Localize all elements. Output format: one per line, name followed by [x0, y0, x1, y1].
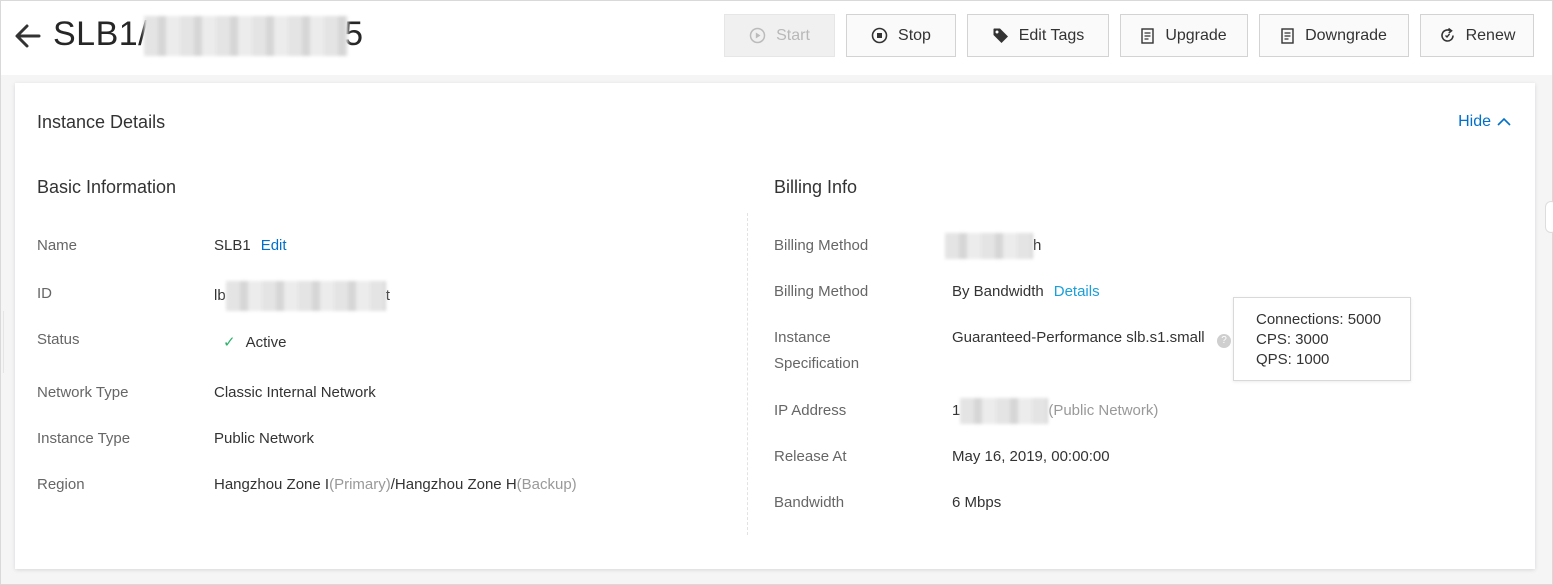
ip-prefix: 1: [952, 402, 961, 419]
release-at-value: May 16, 2019, 00:00:00: [952, 448, 1110, 465]
title-prefix: SLB1/: [53, 15, 149, 53]
region-value: Hangzhou Zone I(Primary)/Hangzhou Zone H…: [214, 472, 577, 498]
tag-icon: [993, 28, 1008, 43]
name-value: SLB1 Edit: [214, 233, 287, 259]
renew-label: Renew: [1465, 26, 1516, 44]
stop-label: Stop: [898, 26, 931, 44]
downgrade-button[interactable]: Downgrade: [1259, 14, 1409, 57]
tooltip-cps: CPS: 3000: [1256, 331, 1329, 348]
instance-spec-value: Guaranteed-Performance slb.s1.small: [952, 329, 1205, 346]
billing-method-value: h: [945, 233, 1042, 260]
billing-method-label: Billing Method: [774, 237, 869, 254]
redacted-ip: [960, 398, 1049, 425]
network-type-label: Network Type: [37, 384, 129, 401]
help-icon[interactable]: ?: [1217, 334, 1231, 348]
status-text: Active: [245, 334, 287, 351]
hide-label: Hide: [1458, 113, 1491, 130]
id-prefix: lb: [214, 286, 226, 304]
instance-type-value: Public Network: [214, 430, 315, 447]
tooltip-connections: Connections: 5000: [1256, 311, 1382, 328]
document-edit-icon: [1141, 27, 1155, 44]
downgrade-label: Downgrade: [1305, 26, 1387, 44]
upgrade-label: Upgrade: [1165, 26, 1227, 44]
region-label: Region: [37, 476, 85, 493]
instance-name: SLB1: [214, 237, 251, 254]
redacted-billing-method: [945, 233, 1033, 260]
region-backup: Hangzhou Zone H: [394, 476, 517, 493]
release-at-label: Release At: [774, 448, 847, 465]
left-edge-handle: [1, 311, 4, 373]
action-toolbar: Start Stop Edit Tags Upgrade Downgrade R…: [724, 14, 1534, 57]
check-icon: ✓: [223, 334, 236, 351]
spec-tooltip: Connections: 5000 CPS: 3000 QPS: 1000: [1233, 297, 1411, 381]
upgrade-button[interactable]: Upgrade: [1120, 14, 1248, 57]
region-primary-tag: (Primary): [329, 476, 391, 493]
back-arrow-icon[interactable]: [13, 21, 43, 51]
billing-method-value-2: By Bandwidth Details: [952, 279, 1100, 305]
stop-circle-icon: [871, 27, 888, 44]
edit-tags-button[interactable]: Edit Tags: [967, 14, 1109, 57]
instance-spec-label-line2: Specification: [774, 355, 860, 372]
renew-button[interactable]: Renew: [1420, 14, 1534, 57]
bandwidth-value: 6 Mbps: [952, 494, 1002, 511]
play-circle-icon: [749, 27, 766, 44]
id-suffix: t: [385, 286, 390, 304]
region-backup-tag: (Backup): [516, 476, 577, 493]
right-edge-handle[interactable]: [1545, 201, 1553, 233]
instance-spec-label-line1: Instance: [774, 329, 831, 346]
by-bandwidth-text: By Bandwidth: [952, 283, 1044, 300]
edit-tags-label: Edit Tags: [1018, 26, 1085, 44]
start-button[interactable]: Start: [724, 14, 835, 57]
billing-details-link[interactable]: Details: [1054, 283, 1100, 300]
ip-address-value: 1 (Public Network): [952, 398, 1159, 425]
page-title: SLB1/5: [53, 15, 364, 57]
name-label: Name: [37, 237, 78, 254]
status-value: ✓ Active: [223, 330, 286, 356]
basic-info-title: Basic Information: [37, 177, 177, 197]
document-edit-icon: [1281, 27, 1294, 44]
page-header: SLB1/5 Start Stop Edit Tags Upgrade Down…: [1, 1, 1552, 75]
redacted-title: [144, 16, 349, 57]
region-primary: Hangzhou Zone I: [214, 476, 330, 493]
stop-button[interactable]: Stop: [846, 14, 956, 57]
billing-method-label-2: Billing Method: [774, 283, 869, 300]
bandwidth-label: Bandwidth: [774, 494, 845, 511]
instance-type-label: Instance Type: [37, 430, 131, 447]
billing-method-suffix: h: [1033, 237, 1042, 254]
start-label: Start: [776, 26, 810, 44]
id-label: ID: [37, 285, 52, 302]
ip-network-tag: (Public Network): [1048, 402, 1159, 419]
card-title: Instance Details: [37, 112, 166, 132]
network-type-value: Classic Internal Network: [214, 384, 376, 401]
column-divider: [747, 213, 748, 535]
edit-name-link[interactable]: Edit: [261, 237, 287, 254]
status-label: Status: [37, 331, 80, 348]
id-value: lb t: [214, 281, 390, 311]
tooltip-qps: QPS: 1000: [1256, 351, 1330, 368]
instance-spec-label: Instance Specification: [774, 325, 859, 377]
hide-toggle[interactable]: Hide: [1458, 113, 1511, 131]
redacted-id: [225, 281, 386, 311]
ip-address-label: IP Address: [774, 402, 847, 419]
chevron-up-icon: [1497, 117, 1511, 126]
renew-icon: [1440, 27, 1454, 42]
billing-info-title: Billing Info: [774, 177, 858, 197]
